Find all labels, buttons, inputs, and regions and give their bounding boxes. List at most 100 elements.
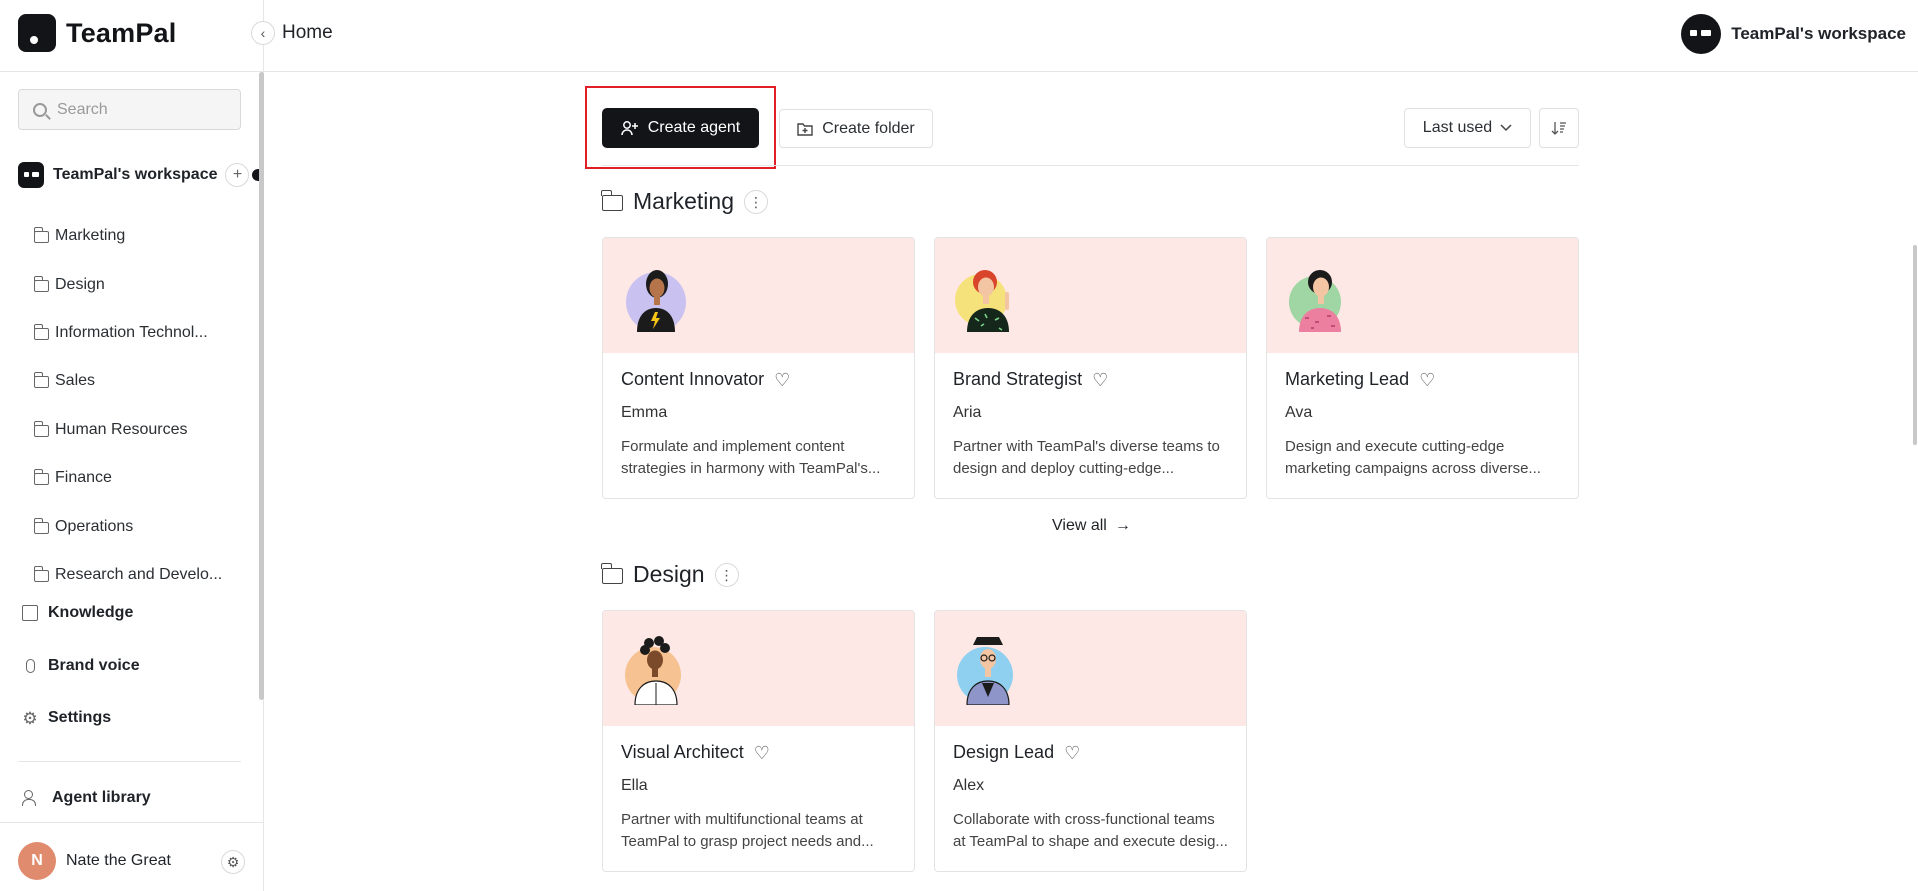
divider: [602, 165, 1579, 166]
sidebar-item-label: Brand voice: [48, 657, 140, 674]
workspace-row[interactable]: TeamPal's workspace +: [18, 162, 264, 188]
sidebar-item-label: Marketing: [55, 227, 126, 245]
card-description: Partner with multifunctional teams at Te…: [621, 811, 874, 850]
user-name[interactable]: Nate the Great: [66, 852, 171, 870]
agent-card[interactable]: Brand Strategist ♡ Aria Partner with Tea…: [934, 237, 1247, 499]
avatar: [955, 270, 1009, 332]
divider: [18, 761, 241, 762]
card-description: Partner with TeamPal's diverse teams to …: [953, 438, 1220, 477]
sidebar-item-information-technology[interactable]: Information Technol...: [33, 309, 222, 357]
workspace-avatar-icon: [1681, 14, 1722, 54]
sidebar-item-label: Research and Develo...: [55, 565, 223, 583]
sidebar-scrollbar[interactable]: [259, 72, 264, 700]
agent-card[interactable]: Design Lead ♡ Alex Collaborate with cros…: [934, 610, 1247, 872]
folder-icon: [33, 275, 49, 292]
card-banner: [935, 611, 1246, 726]
sort-descending-icon: [1551, 122, 1566, 135]
search-input[interactable]: [57, 100, 227, 119]
sidebar-item-brand-voice[interactable]: Brand voice: [22, 657, 140, 675]
add-folder-button[interactable]: +: [225, 163, 250, 187]
view-all-label: View all: [1052, 517, 1107, 534]
create-agent-label: Create agent: [647, 119, 741, 136]
folder-icon: [33, 372, 49, 389]
sidebar-item-label: Operations: [55, 517, 134, 535]
folder-list: Marketing Design Information Technol... …: [33, 212, 223, 599]
chevron-down-icon: [1500, 124, 1512, 132]
user-avatar[interactable]: N: [18, 842, 56, 880]
create-folder-button[interactable]: Create folder: [779, 109, 933, 148]
card-banner: [1267, 238, 1578, 353]
sidebar-item-sales[interactable]: Sales: [33, 357, 222, 405]
workspace-avatar-icon: [18, 162, 44, 188]
card-title: Marketing Lead: [1285, 369, 1410, 389]
card-banner: [603, 238, 914, 353]
card-person: Aria: [953, 404, 982, 421]
more-options-icon[interactable]: ⋮: [714, 562, 739, 587]
main-scrollbar[interactable]: [1913, 245, 1917, 445]
agent-card[interactable]: Visual Architect ♡ Ella Partner with mul…: [602, 610, 915, 872]
sidebar-item-label: Knowledge: [48, 604, 134, 621]
section-header-design: Design ⋮: [601, 561, 739, 588]
sidebar-item-research[interactable]: Research and Develo...: [33, 551, 223, 599]
sidebar-item-label: Sales: [55, 372, 96, 390]
agent-card[interactable]: Marketing Lead ♡ Ava Design and execute …: [1266, 237, 1579, 499]
folder-icon: [33, 517, 49, 534]
avatar: [957, 637, 1013, 705]
avatar: [1289, 270, 1341, 332]
sidebar-item-human-resources[interactable]: Human Resources: [33, 406, 222, 454]
heart-icon[interactable]: ♡: [774, 371, 790, 389]
heart-icon[interactable]: ♡: [1419, 371, 1435, 389]
folder-icon: [33, 565, 49, 582]
card-person: Ella: [621, 777, 648, 794]
book-icon: [22, 605, 38, 621]
create-agent-button[interactable]: Create agent: [602, 108, 759, 148]
folder-plus-icon: [797, 122, 813, 136]
card-description: Collaborate with cross-functional teams …: [953, 811, 1228, 850]
sidebar-item-label: Finance: [55, 469, 112, 487]
sidebar-item-finance[interactable]: Finance: [33, 454, 222, 502]
people-icon: [22, 790, 42, 806]
sidebar-item-settings[interactable]: ⚙ Settings: [22, 709, 111, 727]
workspace-switcher[interactable]: TeamPal's workspace: [1681, 14, 1906, 54]
heart-icon[interactable]: ♡: [754, 744, 770, 762]
user-settings-gear-icon[interactable]: ⚙: [221, 850, 245, 874]
collapse-sidebar-button[interactable]: ‹: [251, 21, 275, 45]
sidebar-item-agent-library[interactable]: Agent library: [22, 789, 151, 807]
more-options-icon[interactable]: ⋮: [743, 189, 768, 214]
avatar: [625, 636, 681, 705]
sidebar-item-label: Design: [55, 275, 105, 293]
agent-card[interactable]: Content Innovator ♡ Emma Formulate and i…: [602, 237, 915, 499]
app-root: TeamPal TeamPal's workspace + Marketing …: [0, 0, 1918, 891]
sidebar-item-knowledge[interactable]: Knowledge: [22, 604, 133, 622]
card-person: Ava: [1285, 404, 1313, 421]
search-box[interactable]: [18, 89, 241, 130]
heart-icon[interactable]: ♡: [1092, 371, 1108, 389]
sidebar: TeamPal TeamPal's workspace + Marketing …: [0, 0, 264, 891]
folder-icon: [33, 469, 49, 486]
divider: [0, 71, 264, 72]
add-user-icon: [620, 121, 638, 136]
chevron-left-icon: ‹: [260, 25, 266, 41]
workspace-name: TeamPal's workspace: [1731, 24, 1906, 43]
card-title: Design Lead: [953, 742, 1055, 762]
sort-order-button[interactable]: [1539, 108, 1579, 148]
sort-select-value: Last used: [1422, 119, 1493, 136]
sidebar-item-marketing[interactable]: Marketing: [33, 212, 222, 260]
sidebar-item-label: Settings: [48, 709, 112, 726]
sidebar-item-design[interactable]: Design: [33, 260, 222, 308]
app-logo[interactable]: TeamPal: [18, 14, 176, 52]
sidebar-item-operations[interactable]: Operations: [33, 502, 222, 550]
microphone-icon: [22, 658, 38, 674]
section-title: Design: [633, 561, 705, 587]
view-all-link[interactable]: View all →: [1052, 517, 1131, 535]
card-title: Visual Architect: [621, 742, 744, 762]
card-title: Content Innovator: [621, 369, 765, 389]
sidebar-item-label: Agent library: [52, 789, 151, 806]
folder-icon: [33, 323, 49, 340]
card-person: Alex: [953, 777, 985, 794]
folder-icon: [33, 227, 49, 244]
section-title: Marketing: [633, 188, 734, 214]
sort-select[interactable]: Last used: [1404, 108, 1531, 148]
heart-icon[interactable]: ♡: [1064, 744, 1080, 762]
top-header: Home TeamPal's workspace: [264, 0, 1918, 72]
